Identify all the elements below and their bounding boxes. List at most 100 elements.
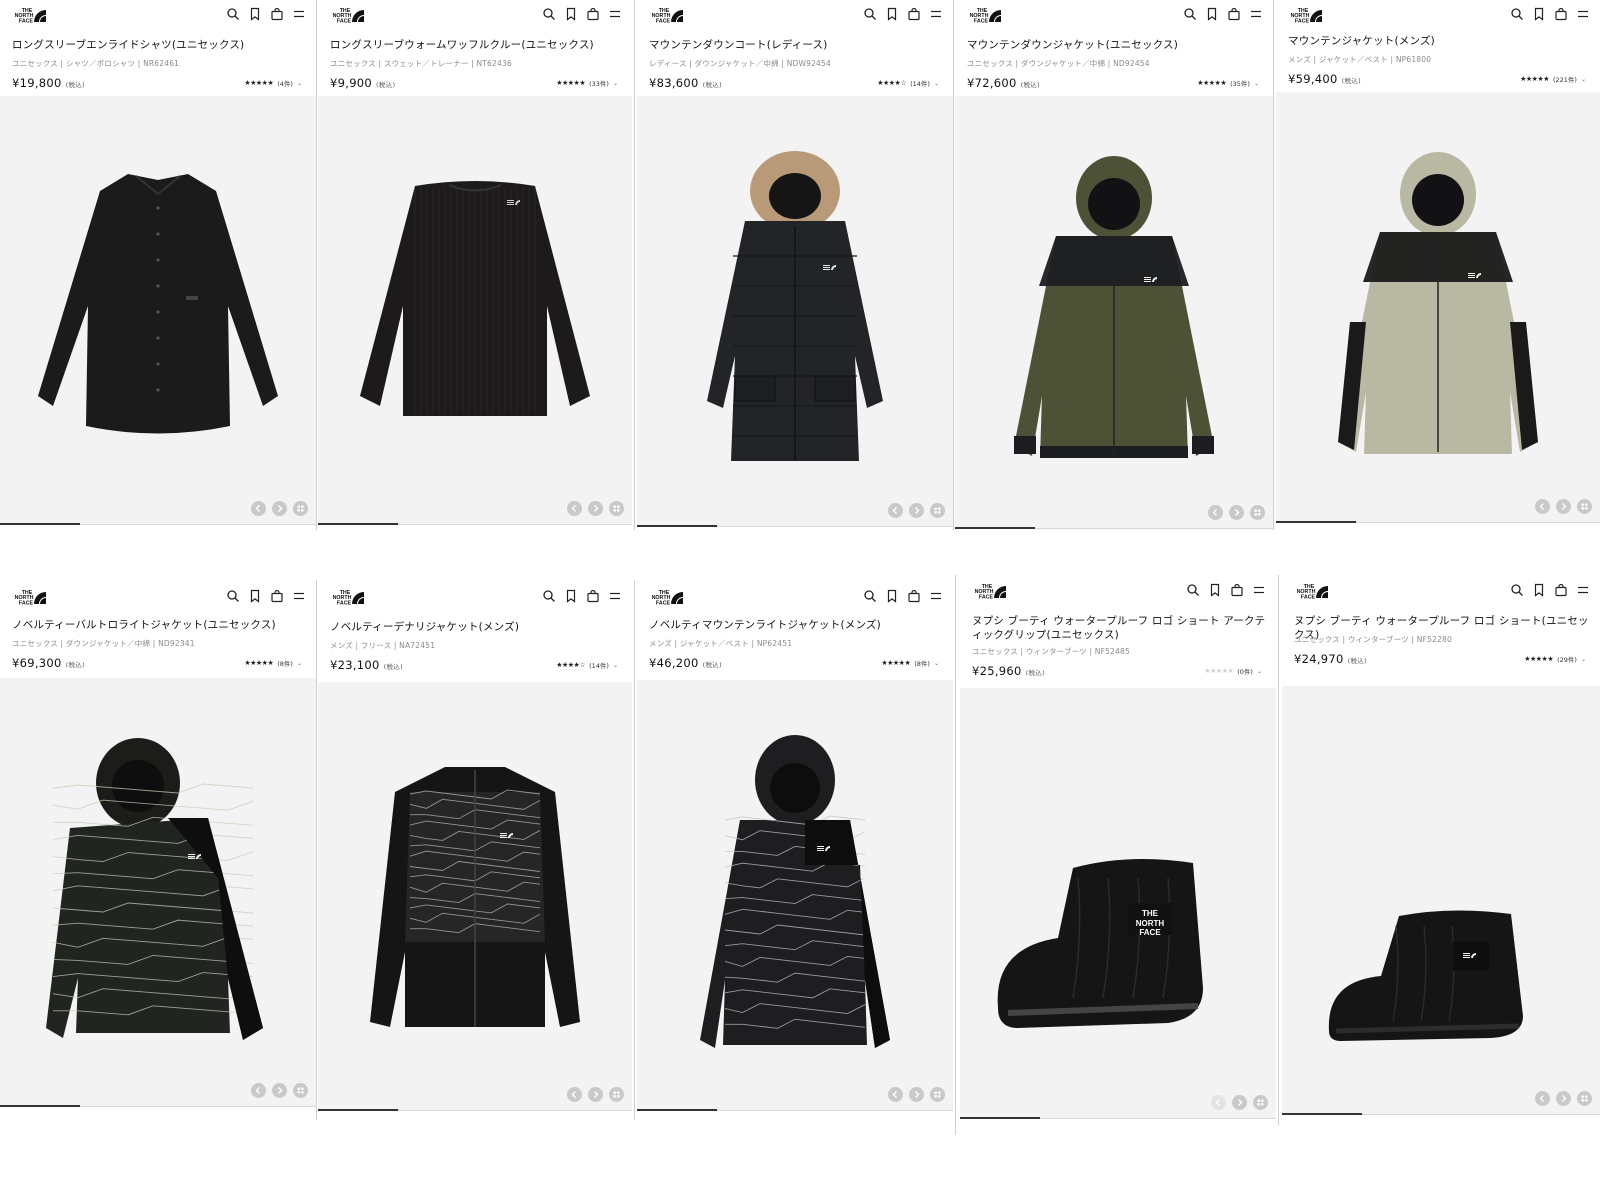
prev-image-button[interactable] bbox=[567, 1087, 582, 1102]
product-image[interactable] bbox=[955, 96, 1273, 528]
review-rating[interactable]: ★★★★★ (8件) ⌄ bbox=[244, 658, 302, 668]
review-rating[interactable]: ★★★★★ (0件) ⌄ bbox=[1204, 666, 1262, 676]
menu-icon[interactable] bbox=[1252, 582, 1266, 596]
search-icon[interactable] bbox=[542, 588, 556, 602]
bookmark-icon[interactable] bbox=[248, 588, 262, 603]
next-image-button[interactable] bbox=[1229, 505, 1244, 520]
brand-logo[interactable]: THE NORTH FACE bbox=[972, 582, 1010, 600]
gallery-grid-button[interactable] bbox=[609, 1087, 624, 1102]
product-image[interactable] bbox=[1276, 92, 1600, 522]
cart-icon[interactable] bbox=[1554, 6, 1568, 21]
product-title[interactable]: マウンテンダウンコート(レディース) bbox=[649, 38, 943, 52]
next-image-button[interactable] bbox=[909, 503, 924, 518]
review-rating[interactable]: ★★★★★ (33件) ⌄ bbox=[556, 78, 618, 88]
cart-icon[interactable] bbox=[907, 588, 921, 603]
prev-image-button[interactable] bbox=[1211, 1095, 1226, 1110]
gallery-grid-button[interactable] bbox=[1577, 499, 1592, 514]
review-rating[interactable]: ★★★★☆ (14件) ⌄ bbox=[556, 660, 618, 670]
cart-icon[interactable] bbox=[586, 588, 600, 603]
product-image[interactable] bbox=[318, 96, 632, 524]
bookmark-icon[interactable] bbox=[248, 6, 262, 21]
gallery-grid-button[interactable] bbox=[1577, 1091, 1592, 1106]
bookmark-icon[interactable] bbox=[1532, 582, 1546, 597]
review-rating[interactable]: ★★★★★ (35件) ⌄ bbox=[1197, 78, 1259, 88]
product-title[interactable]: ノベルティーデナリジャケット(メンズ) bbox=[330, 620, 622, 634]
gallery-grid-button[interactable] bbox=[293, 1083, 308, 1098]
product-image[interactable] bbox=[0, 96, 316, 524]
cart-icon[interactable] bbox=[1227, 6, 1241, 21]
menu-icon[interactable] bbox=[1249, 6, 1263, 20]
product-image[interactable]: THE NORTH FACE bbox=[960, 688, 1276, 1118]
prev-image-button[interactable] bbox=[1208, 505, 1223, 520]
product-card[interactable]: THE NORTH FACE ノベルティマウンテンライトジャケット(メンズ) メンズ… bbox=[637, 582, 953, 1115]
product-image[interactable] bbox=[1282, 686, 1600, 1114]
menu-icon[interactable] bbox=[929, 588, 943, 602]
product-title[interactable]: ノベルティーバルトロライトジャケット(ユニセックス) bbox=[12, 618, 306, 632]
gallery-grid-button[interactable] bbox=[1253, 1095, 1268, 1110]
brand-logo[interactable]: THE NORTH FACE bbox=[12, 6, 50, 24]
product-card[interactable]: THE NORTH FACE ヌプシ ブーティ ウォータープルーフ ロゴ ショート(… bbox=[1282, 576, 1600, 1121]
cart-icon[interactable] bbox=[907, 6, 921, 21]
prev-image-button[interactable] bbox=[251, 501, 266, 516]
next-image-button[interactable] bbox=[1556, 499, 1571, 514]
product-title[interactable]: ヌプシ ブーティ ウォータープルーフ ロゴ ショート アークティックグリップ(ユ… bbox=[972, 614, 1266, 642]
prev-image-button[interactable] bbox=[567, 501, 582, 516]
product-title[interactable]: ロングスリーブエンライドシャツ(ユニセックス) bbox=[12, 38, 306, 52]
bookmark-icon[interactable] bbox=[564, 6, 578, 21]
search-icon[interactable] bbox=[863, 588, 877, 602]
prev-image-button[interactable] bbox=[1535, 1091, 1550, 1106]
review-rating[interactable]: ★★★★★ (4件) ⌄ bbox=[244, 78, 302, 88]
product-card[interactable]: THE NORTH FACE マウンテンジャケット(メンズ) メンズ | ジャケット… bbox=[1276, 0, 1600, 525]
bookmark-icon[interactable] bbox=[1208, 582, 1222, 597]
menu-icon[interactable] bbox=[929, 6, 943, 20]
review-rating[interactable]: ★★★★★ (8件) ⌄ bbox=[881, 658, 939, 668]
bookmark-icon[interactable] bbox=[885, 588, 899, 603]
product-card[interactable]: THE NORTH FACE ヌプシ ブーティ ウォータープルーフ ロゴ ショート … bbox=[960, 576, 1276, 1126]
review-rating[interactable]: ★★★★★ (29件) ⌄ bbox=[1524, 654, 1586, 664]
next-image-button[interactable] bbox=[1232, 1095, 1247, 1110]
next-image-button[interactable] bbox=[272, 1083, 287, 1098]
gallery-grid-button[interactable] bbox=[293, 501, 308, 516]
search-icon[interactable] bbox=[863, 6, 877, 20]
product-image[interactable] bbox=[637, 96, 953, 526]
brand-logo[interactable]: THE NORTH FACE bbox=[330, 6, 368, 24]
prev-image-button[interactable] bbox=[888, 1087, 903, 1102]
bookmark-icon[interactable] bbox=[1205, 6, 1219, 21]
product-title[interactable]: ロングスリーブウォームワッフルクルー(ユニセックス) bbox=[330, 38, 622, 52]
brand-logo[interactable]: THE NORTH FACE bbox=[967, 6, 1005, 24]
search-icon[interactable] bbox=[1183, 6, 1197, 20]
next-image-button[interactable] bbox=[588, 501, 603, 516]
menu-icon[interactable] bbox=[1576, 6, 1590, 20]
gallery-grid-button[interactable] bbox=[930, 1087, 945, 1102]
product-title[interactable]: ノベルティマウンテンライトジャケット(メンズ) bbox=[649, 618, 943, 632]
menu-icon[interactable] bbox=[292, 6, 306, 20]
brand-logo[interactable]: THE NORTH FACE bbox=[1288, 6, 1326, 24]
product-card[interactable]: THE NORTH FACE マウンテンダウンジャケット(ユニセックス) ユニセック… bbox=[955, 0, 1273, 530]
menu-icon[interactable] bbox=[1576, 582, 1590, 596]
product-card[interactable]: THE NORTH FACE ノベルティーバルトロライトジャケット(ユニセックス) … bbox=[0, 582, 316, 1107]
product-card[interactable]: THE NORTH FACE ロングスリーブウォームワッフルクルー(ユニセックス) … bbox=[318, 0, 632, 525]
brand-logo[interactable]: THE NORTH FACE bbox=[330, 588, 368, 606]
next-image-button[interactable] bbox=[588, 1087, 603, 1102]
prev-image-button[interactable] bbox=[251, 1083, 266, 1098]
cart-icon[interactable] bbox=[586, 6, 600, 21]
review-rating[interactable]: ★★★★★ (221件) ⌄ bbox=[1520, 74, 1586, 84]
bookmark-icon[interactable] bbox=[1532, 6, 1546, 21]
product-card[interactable]: THE NORTH FACE ロングスリーブエンライドシャツ(ユニセックス) ユニセ… bbox=[0, 0, 316, 525]
prev-image-button[interactable] bbox=[1535, 499, 1550, 514]
next-image-button[interactable] bbox=[1556, 1091, 1571, 1106]
menu-icon[interactable] bbox=[292, 588, 306, 602]
search-icon[interactable] bbox=[1186, 582, 1200, 596]
brand-logo[interactable]: THE NORTH FACE bbox=[649, 588, 687, 606]
review-rating[interactable]: ★★★★☆ (14件) ⌄ bbox=[877, 78, 939, 88]
prev-image-button[interactable] bbox=[888, 503, 903, 518]
product-image[interactable] bbox=[0, 678, 316, 1106]
search-icon[interactable] bbox=[226, 6, 240, 20]
bookmark-icon[interactable] bbox=[564, 588, 578, 603]
product-card[interactable]: THE NORTH FACE ノベルティーデナリジャケット(メンズ) メンズ | フ… bbox=[318, 582, 632, 1112]
menu-icon[interactable] bbox=[608, 6, 622, 20]
product-title[interactable]: マウンテンダウンジャケット(ユニセックス) bbox=[967, 38, 1263, 52]
brand-logo[interactable]: THE NORTH FACE bbox=[1294, 582, 1332, 600]
gallery-grid-button[interactable] bbox=[930, 503, 945, 518]
product-title[interactable]: マウンテンジャケット(メンズ) bbox=[1288, 34, 1590, 48]
